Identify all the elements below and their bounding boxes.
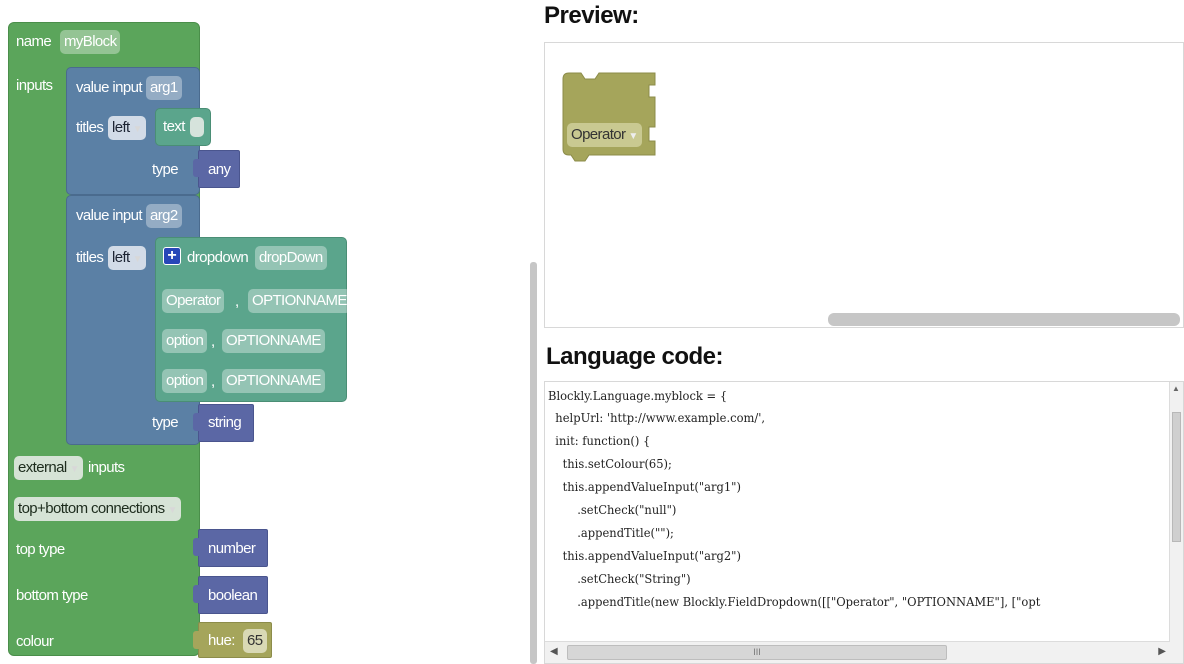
name-label: name	[16, 33, 52, 50]
code-horizontal-scrollbar[interactable]: ◀ III ▶	[545, 641, 1170, 663]
bottom-type-boolean-label: boolean	[208, 587, 258, 604]
top-type-label: top type	[16, 541, 65, 558]
inputs-inline-dropdown[interactable]: external ▼	[14, 456, 83, 480]
code-line: helpUrl: 'http://www.example.com/',	[548, 410, 766, 425]
code-vertical-scrollbar[interactable]: ▲	[1169, 382, 1183, 663]
chevron-down-icon: ▼	[132, 254, 143, 265]
type-label: type	[152, 414, 179, 431]
scroll-left-arrow-icon[interactable]: ◀	[550, 646, 558, 657]
preview-hscroll-thumb[interactable]	[828, 313, 1180, 326]
code-line: init: function() {	[548, 433, 651, 448]
text-title-field[interactable]	[190, 117, 204, 137]
workspace-scrollbar-thumb[interactable]	[530, 262, 537, 664]
preview-operator-dropdown[interactable]: Operator ▼	[567, 123, 642, 147]
mutator-plus-icon[interactable]: +	[163, 247, 181, 265]
block-name-field[interactable]: myBlock	[60, 30, 121, 54]
titles-label: titles	[76, 119, 104, 136]
titles-label: titles	[76, 249, 104, 266]
align-dropdown-arg2[interactable]: left ▼	[108, 246, 146, 270]
option-text-field-2[interactable]: option	[162, 329, 208, 353]
code-vscroll-thumb[interactable]	[1172, 412, 1181, 542]
option-separator-1: ,	[235, 293, 239, 310]
bottom-type-label: bottom type	[16, 587, 88, 604]
dropdown-label: dropdown	[187, 249, 249, 266]
code-hscroll-thumb[interactable]: III	[567, 645, 947, 660]
input-name-field-arg2[interactable]: arg2	[146, 204, 182, 228]
connections-value: top+bottom connections	[18, 500, 165, 517]
hue-label: hue:	[208, 632, 235, 649]
connector-tab	[193, 413, 199, 431]
language-code-box[interactable]: Blockly.Language.myblock = { helpUrl: 'h…	[544, 381, 1184, 664]
chevron-down-icon: ▼	[69, 464, 80, 475]
preview-heading: Preview:	[544, 2, 639, 29]
align-value: left	[112, 119, 130, 136]
chevron-down-icon: ▼	[132, 124, 143, 135]
language-code-heading: Language code:	[546, 343, 724, 370]
inputs-suffix-label: inputs	[88, 459, 125, 476]
preview-block-label: Operator	[571, 126, 626, 143]
inputs-label: inputs	[16, 77, 53, 94]
type-string-label: string	[208, 414, 242, 431]
value-input-label: value input	[76, 207, 143, 224]
preview-pane[interactable]: Operator ▼	[544, 42, 1184, 328]
connector-tab	[193, 159, 199, 177]
code-line: Blockly.Language.myblock = {	[548, 388, 728, 403]
type-any-label: any	[208, 161, 231, 178]
code-line: .setCheck("null")	[548, 502, 677, 517]
external-value: external	[18, 459, 67, 476]
block-workspace[interactable]: name myBlock inputs value input arg1 tit…	[0, 0, 526, 664]
preview-block[interactable]	[561, 71, 661, 163]
input-name-field-arg1[interactable]: arg1	[146, 76, 182, 100]
option-text-field-1[interactable]: Operator	[162, 289, 225, 313]
scroll-right-arrow-icon[interactable]: ▶	[1158, 646, 1166, 657]
option-value-field-2[interactable]: OPTIONNAME	[222, 329, 325, 353]
chevron-down-icon: ▼	[628, 131, 638, 142]
option-text-field-3[interactable]: option	[162, 369, 208, 393]
code-line: .setCheck("String")	[548, 571, 691, 586]
chevron-down-icon: ▼	[167, 505, 178, 516]
code-line: .appendTitle(new Blockly.FieldDropdown([…	[548, 594, 1041, 609]
option-value-field-1[interactable]: OPTIONNAME	[248, 289, 351, 313]
connector-tab	[193, 585, 199, 603]
option-separator-3: ,	[211, 373, 215, 390]
connections-dropdown[interactable]: top+bottom connections ▼	[14, 497, 181, 521]
top-type-number-label: number	[208, 540, 256, 557]
value-input-label: value input	[76, 79, 143, 96]
code-line: this.setColour(65);	[548, 456, 672, 471]
connector-tab	[193, 538, 199, 556]
option-value-field-3[interactable]: OPTIONNAME	[222, 369, 325, 393]
option-separator-2: ,	[211, 333, 215, 350]
align-dropdown-arg1[interactable]: left ▼	[108, 116, 146, 140]
code-line: this.appendValueInput("arg2")	[548, 548, 741, 563]
dropdown-name-field[interactable]: dropDown	[255, 246, 327, 270]
connector-tab	[193, 631, 199, 649]
type-label: type	[152, 161, 179, 178]
code-line: .appendTitle("");	[548, 525, 674, 540]
align-value: left	[112, 249, 130, 266]
scroll-grip-icon: III	[753, 647, 761, 657]
colour-label: colour	[16, 633, 54, 650]
text-title-label: text	[163, 118, 185, 135]
hue-value-field[interactable]: 65	[243, 629, 267, 653]
scroll-up-arrow-icon[interactable]: ▲	[1172, 384, 1180, 393]
code-line: this.appendValueInput("arg1")	[548, 479, 741, 494]
